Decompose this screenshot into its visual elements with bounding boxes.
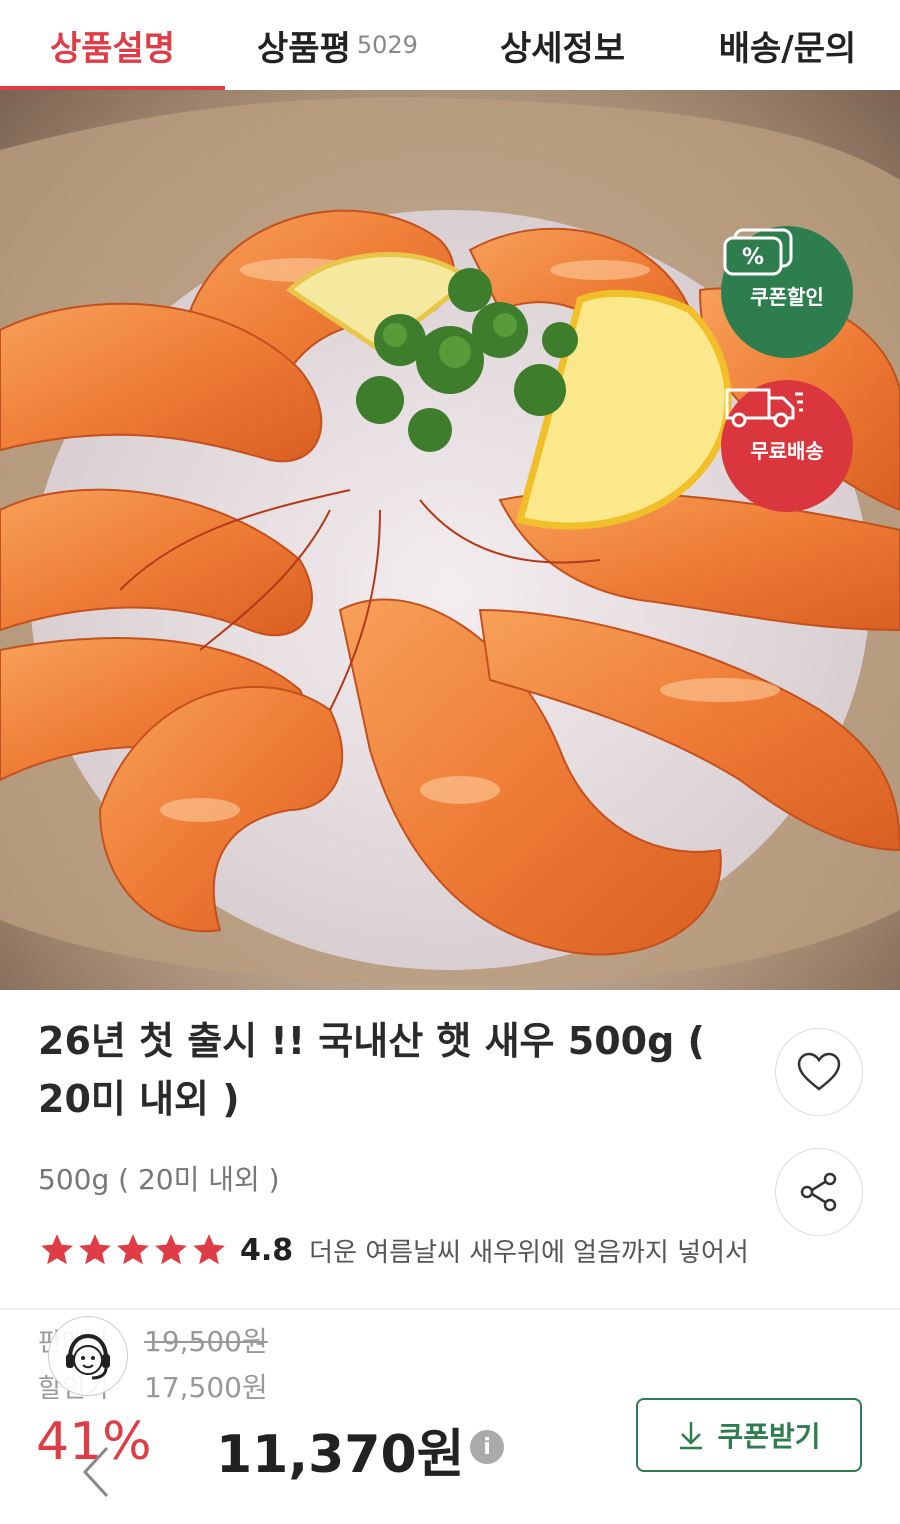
badge-label: 쿠폰할인	[750, 284, 824, 309]
share-icon	[800, 1172, 837, 1212]
tab-shipping-inquiry[interactable]: 배송/문의	[675, 0, 900, 90]
star-icon	[41, 1234, 73, 1265]
tab-label: 배송/문의	[718, 28, 857, 69]
customer-support-chat-button[interactable]	[48, 1316, 128, 1396]
star-icon	[155, 1234, 187, 1265]
coupon-icon: %	[723, 228, 793, 276]
discount-price: 17,500원	[144, 1371, 268, 1404]
tab-label: 상품설명	[49, 28, 176, 69]
product-title: 26년 첫 출시 !! 국내산 햇 새우 500g ( 20미 내외 )	[38, 1019, 705, 1121]
badge-label: 무료배송	[750, 438, 824, 463]
product-subtitle: 500g ( 20미 내외 )	[38, 1163, 280, 1196]
star-icon	[117, 1234, 149, 1265]
support-agent-icon	[66, 1333, 110, 1380]
back-button[interactable]	[62, 1432, 132, 1512]
tab-label: 상세정보	[499, 28, 626, 69]
tab-details[interactable]: 상세정보	[450, 0, 675, 90]
get-coupon-button[interactable]: 쿠폰받기	[636, 1398, 862, 1472]
free-shipping-badge: 무료배송	[721, 380, 853, 512]
tab-description[interactable]: 상품설명	[0, 0, 225, 90]
final-price: 11,370원	[216, 1425, 465, 1485]
tab-reviews[interactable]: 상품평 5029	[225, 0, 450, 90]
rating-row[interactable]: 4.8 더운 여름날씨 새우위에 얼음까지 넣어서	[38, 1228, 768, 1272]
star-icon	[79, 1234, 111, 1265]
star-icon	[193, 1234, 225, 1265]
product-image[interactable]: % 쿠폰할인 무료배송	[0, 90, 900, 990]
coupon-button-label: 쿠폰받기	[717, 1420, 821, 1453]
review-count: 5029	[356, 31, 418, 59]
shrimp-photo	[0, 97, 900, 986]
price-info-icon[interactable]: i	[470, 1430, 504, 1464]
star-rating	[38, 1231, 228, 1269]
share-button[interactable]	[775, 1148, 863, 1236]
original-price: 19,500원	[144, 1325, 268, 1358]
divider	[0, 1308, 900, 1310]
tab-bar: 상품설명 상품평 5029 상세정보 배송/문의	[0, 0, 900, 90]
wishlist-button[interactable]	[775, 1028, 863, 1116]
review-snippet: 더운 여름날씨 새우위에 얼음까지 넣어서	[309, 1237, 749, 1268]
coupon-discount-badge: % 쿠폰할인	[721, 226, 853, 358]
chevron-left-icon	[82, 1446, 109, 1498]
rating-score: 4.8	[240, 1232, 294, 1268]
percent-symbol: %	[742, 245, 764, 270]
tab-label: 상품평	[257, 28, 351, 69]
truck-icon	[725, 388, 803, 428]
heart-icon	[797, 1052, 841, 1091]
download-icon	[680, 1422, 703, 1450]
